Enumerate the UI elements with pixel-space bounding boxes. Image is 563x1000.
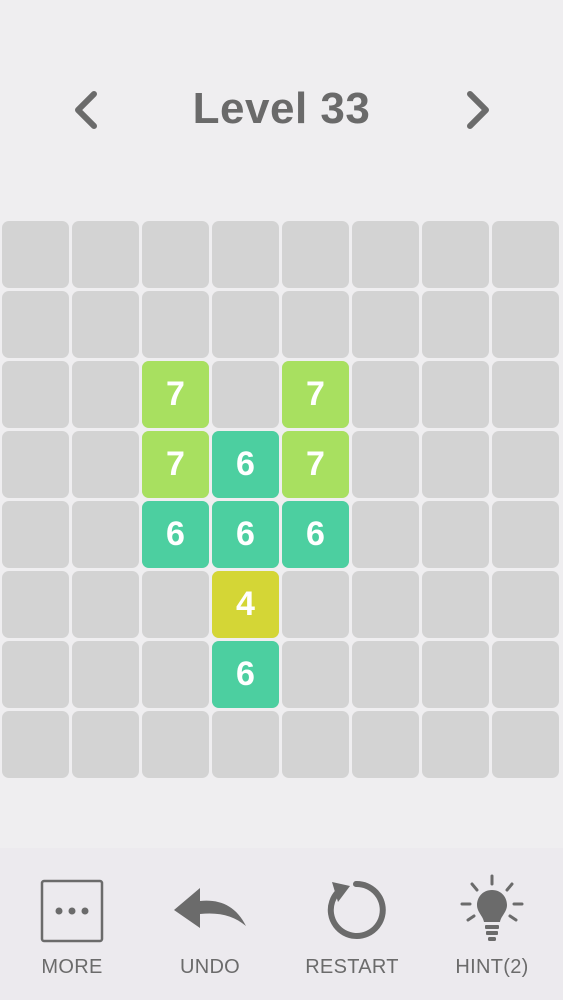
bottom-toolbar: MORE UNDO RESTART HINT(2) [0, 848, 563, 1000]
empty-cell[interactable] [492, 361, 559, 428]
number-tile[interactable]: 7 [282, 361, 349, 428]
empty-cell[interactable] [282, 641, 349, 708]
number-tile[interactable]: 6 [282, 501, 349, 568]
restart-icon [327, 880, 386, 939]
empty-cell[interactable] [72, 571, 139, 638]
number-tile[interactable]: 6 [212, 431, 279, 498]
empty-cell[interactable] [352, 571, 419, 638]
more-button[interactable]: MORE [12, 874, 132, 984]
empty-cell[interactable] [492, 431, 559, 498]
empty-cell[interactable] [422, 431, 489, 498]
number-tile[interactable]: 6 [142, 501, 209, 568]
undo-button[interactable]: UNDO [150, 874, 270, 984]
empty-cell[interactable] [492, 501, 559, 568]
empty-cell[interactable] [142, 291, 209, 358]
empty-cell[interactable] [72, 221, 139, 288]
empty-cell[interactable] [282, 711, 349, 778]
empty-cell[interactable] [72, 501, 139, 568]
empty-cell[interactable] [282, 291, 349, 358]
more-label: MORE [41, 956, 103, 978]
empty-cell[interactable] [422, 221, 489, 288]
empty-cell[interactable] [282, 221, 349, 288]
empty-cell[interactable] [422, 291, 489, 358]
empty-cell[interactable] [72, 361, 139, 428]
empty-cell[interactable] [212, 361, 279, 428]
empty-cell[interactable] [142, 711, 209, 778]
empty-cell[interactable] [422, 361, 489, 428]
empty-cell[interactable] [142, 221, 209, 288]
number-tile[interactable]: 7 [142, 361, 209, 428]
number-tile[interactable]: 7 [142, 431, 209, 498]
empty-cell[interactable] [282, 571, 349, 638]
empty-cell[interactable] [492, 291, 559, 358]
empty-cell[interactable] [352, 361, 419, 428]
empty-cell[interactable] [72, 641, 139, 708]
number-tile[interactable]: 6 [212, 641, 279, 708]
level-header: Level 33 [0, 70, 563, 150]
undo-label: UNDO [179, 956, 241, 978]
empty-cell[interactable] [352, 711, 419, 778]
empty-cell[interactable] [492, 221, 559, 288]
empty-cell[interactable] [72, 431, 139, 498]
number-tile[interactable]: 6 [212, 501, 279, 568]
chevron-right-icon [467, 91, 489, 129]
empty-cell[interactable] [352, 431, 419, 498]
restart-button[interactable]: RESTART [292, 874, 412, 984]
hint-button[interactable]: HINT(2) [432, 874, 552, 984]
empty-cell[interactable] [422, 501, 489, 568]
empty-cell[interactable] [352, 221, 419, 288]
empty-cell[interactable] [212, 711, 279, 778]
empty-cell[interactable] [72, 291, 139, 358]
empty-cell[interactable] [352, 501, 419, 568]
restart-label: RESTART [305, 956, 399, 978]
empty-cell[interactable] [422, 571, 489, 638]
empty-cell[interactable] [352, 641, 419, 708]
empty-cell[interactable] [352, 291, 419, 358]
more-dots-icon [40, 879, 104, 943]
empty-cell[interactable] [492, 641, 559, 708]
empty-cell[interactable] [492, 571, 559, 638]
undo-arrow-icon [174, 888, 246, 928]
empty-cell[interactable] [2, 221, 69, 288]
empty-cell[interactable] [2, 431, 69, 498]
empty-cell[interactable] [2, 291, 69, 358]
empty-cell[interactable] [2, 361, 69, 428]
empty-cell[interactable] [492, 711, 559, 778]
game-board: 7776766646 [2, 221, 561, 780]
empty-cell[interactable] [422, 641, 489, 708]
next-level-button[interactable] [452, 82, 502, 138]
empty-cell[interactable] [142, 571, 209, 638]
lightbulb-icon [460, 874, 524, 941]
number-tile[interactable]: 7 [282, 431, 349, 498]
empty-cell[interactable] [422, 711, 489, 778]
empty-cell[interactable] [2, 711, 69, 778]
empty-cell[interactable] [2, 501, 69, 568]
empty-cell[interactable] [212, 221, 279, 288]
empty-cell[interactable] [2, 641, 69, 708]
empty-cell[interactable] [212, 291, 279, 358]
empty-cell[interactable] [72, 711, 139, 778]
empty-cell[interactable] [2, 571, 69, 638]
empty-cell[interactable] [142, 641, 209, 708]
number-tile[interactable]: 4 [212, 571, 279, 638]
hint-label: HINT(2) [455, 956, 529, 978]
